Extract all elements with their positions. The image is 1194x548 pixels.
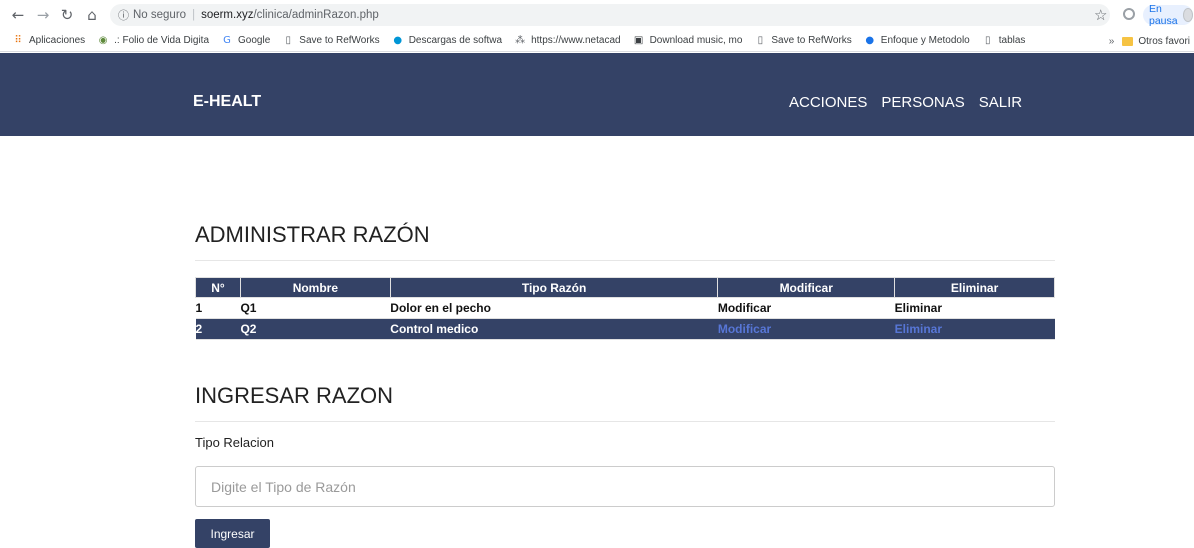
bookmark-label: Save to RefWorks	[771, 35, 852, 46]
brand-logo[interactable]: E-HEALT	[193, 93, 261, 111]
bookmark-item[interactable]: ● Descargas de softwa	[392, 35, 502, 47]
divider	[195, 260, 1055, 261]
bookmark-label: Save to RefWorks	[299, 35, 380, 46]
nav-acciones[interactable]: ACCIONES	[789, 94, 867, 111]
other-bookmarks[interactable]: » Otros favori	[1102, 30, 1194, 51]
bookmark-label: Google	[238, 35, 271, 46]
modificar-link[interactable]: Modificar	[717, 318, 895, 340]
bookmark-item[interactable]: ▯ tablas	[982, 34, 1026, 47]
netacad-icon: ⁂	[515, 34, 526, 46]
url-path: /clinica/adminRazon.php	[253, 9, 379, 21]
cell-num: 2	[195, 318, 241, 340]
bookmark-item[interactable]: ⁂ https://www.netacad	[514, 35, 621, 47]
nav-salir[interactable]: SALIR	[979, 94, 1022, 111]
bookmarks-bar: ⠿ Aplicaciones ◉ .: Folio de Vida Digita G Go…	[0, 30, 1194, 52]
form-title: INGRESAR RAZON	[195, 383, 394, 408]
bookmark-item[interactable]: ● Enfoque y Metodolo	[864, 34, 970, 47]
bookmark-label: https://www.netacad	[531, 35, 621, 46]
bookmark-label: Download music, mo	[649, 35, 743, 46]
apps-grid-icon: ⠿	[14, 34, 22, 46]
divider	[195, 421, 1055, 422]
bookmark-item[interactable]: ▣ Download music, mo	[633, 35, 743, 47]
bookmark-label: .: Folio de Vida Digita	[114, 35, 210, 46]
bookmark-item[interactable]: ◉ .: Folio de Vida Digita	[97, 35, 209, 47]
home-icon[interactable]: ⌂	[82, 5, 102, 25]
tipo-razon-input[interactable]	[195, 466, 1055, 507]
hp-icon: ●	[393, 34, 403, 46]
browser-toolbar: ← → ↻ ⌂ ⓘ No seguro | soerm.xyz/clinica/…	[0, 0, 1194, 30]
eliminar-link[interactable]: Eliminar	[894, 318, 1055, 340]
modificar-link[interactable]: Modificar	[717, 297, 895, 319]
razones-table: N° Nombre Tipo Razón Modificar Eliminar …	[195, 277, 1055, 340]
ingresar-button[interactable]: Ingresar	[195, 519, 270, 548]
book-icon: ●	[865, 34, 875, 46]
other-bookmarks-label: Otros favori	[1138, 35, 1190, 47]
main-nav: ACCIONES PERSONAS SALIR	[789, 94, 1022, 111]
cell-tipo: Dolor en el pecho	[390, 297, 718, 319]
nav-personas[interactable]: PERSONAS	[881, 94, 964, 111]
security-label: No seguro	[133, 9, 187, 21]
page-icon: ▯	[757, 34, 764, 46]
tipo-relacion-label: Tipo Relacion	[195, 435, 275, 450]
url-host: soerm.xyz	[201, 9, 254, 21]
music-icon: ▣	[633, 34, 644, 46]
bookmark-label: Descargas de softwa	[408, 35, 503, 46]
google-icon: G	[223, 34, 231, 46]
col-header-eliminar: Eliminar	[894, 277, 1055, 298]
cell-nombre: Q1	[240, 297, 391, 319]
table-header-row: N° Nombre Tipo Razón Modificar Eliminar	[195, 277, 1055, 298]
bookmark-label: Enfoque y Metodolo	[880, 35, 970, 46]
page-icon: ▯	[984, 34, 991, 46]
bookmark-star-icon[interactable]: ☆	[1094, 6, 1107, 24]
col-header-nombre: Nombre	[239, 277, 391, 298]
folder-icon	[1122, 36, 1134, 46]
profile-paused-chip[interactable]: En pausa	[1143, 3, 1193, 27]
col-header-modificar: Modificar	[717, 277, 896, 298]
more-bookmarks-icon[interactable]: »	[1109, 36, 1115, 47]
bookmark-item[interactable]: ⠿ Aplicaciones	[12, 35, 85, 47]
avatar-icon	[1182, 8, 1193, 22]
bookmark-label: tablas	[998, 35, 1026, 46]
reload-icon[interactable]: ↻	[57, 5, 77, 25]
admin-title: ADMINISTRAR RAZÓN	[195, 222, 430, 247]
col-header-tipo: Tipo Razón	[389, 277, 719, 298]
back-arrow-icon[interactable]: ←	[8, 5, 28, 25]
separator: |	[192, 9, 196, 21]
eliminar-link[interactable]: Eliminar	[894, 297, 1055, 319]
paused-label: En pausa	[1149, 3, 1178, 27]
col-header-num: N°	[195, 277, 241, 298]
table-row: 2 Q2 Control medico Modificar Eliminar	[195, 318, 1055, 340]
cell-num: 1	[195, 297, 241, 319]
extension-icon[interactable]	[1123, 8, 1135, 20]
bookmark-item[interactable]: G Google	[221, 35, 270, 47]
page-icon: ▯	[285, 34, 292, 46]
bookmark-label: Aplicaciones	[29, 35, 86, 46]
globe-icon: ◉	[98, 34, 108, 46]
forward-arrow-icon[interactable]: →	[33, 5, 53, 25]
cell-tipo: Control medico	[390, 318, 718, 340]
site-header: E-HEALT ACCIONES PERSONAS SALIR	[0, 53, 1194, 136]
cell-nombre: Q2	[240, 318, 391, 340]
table-row: 1 Q1 Dolor en el pecho Modificar Elimina…	[195, 297, 1055, 319]
bookmark-item[interactable]: ▯ Save to RefWorks	[282, 34, 380, 47]
address-bar[interactable]: ⓘ No seguro | soerm.xyz/clinica/adminRaz…	[110, 4, 1110, 26]
info-icon[interactable]: ⓘ	[118, 7, 129, 23]
bookmark-item[interactable]: ▯ Save to RefWorks	[754, 34, 852, 47]
